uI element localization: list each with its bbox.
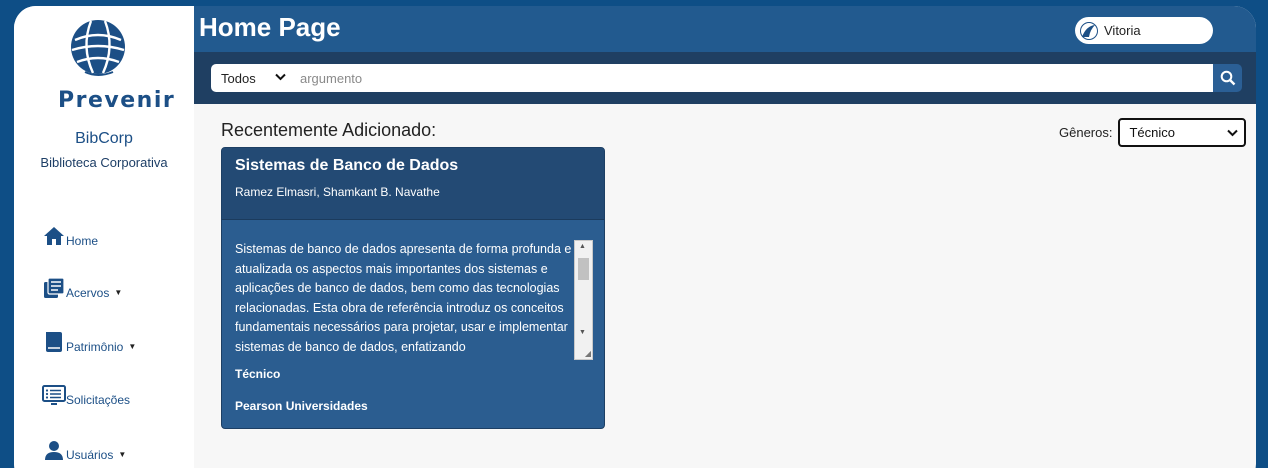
sidebar-item-home[interactable]: Home [42,218,98,248]
logo-text: Prevenir [58,88,176,113]
sidebar-item-label: Usuários [66,448,114,462]
caret-down-icon: ▼ [128,342,137,351]
book-genre: Técnico [235,367,281,381]
search-scope-select[interactable]: Todos [211,64,292,92]
list-screen-icon [42,385,66,405]
search-scope-value: Todos [221,70,256,86]
user-menu[interactable]: Vitoria [1075,17,1213,44]
book-description-box[interactable]: Sistemas de banco de dados apresenta de … [235,240,593,360]
sidebar-item-usuarios[interactable]: Usuários ▼ [42,432,126,462]
description-scrollbar[interactable]: ▲ ▼ ◢ [574,240,593,360]
genres-select-value: Técnico [1129,125,1176,140]
app-frame: Prevenir BibCorp Biblioteca Corporativa … [14,6,1256,468]
search-bar: Todos [194,52,1256,104]
sidebar-item-label: Home [66,234,99,248]
user-icon [45,441,63,460]
books-icon [44,277,65,298]
sidebar-item-acervos[interactable]: Acervos ▼ [42,270,122,300]
search-button[interactable] [1213,64,1242,92]
book-authors: Ramez Elmasri, Shamkant B. Navathe [235,185,440,199]
user-name: Vitoria [1104,23,1141,38]
logo: Prevenir [58,18,174,118]
sidebar-item-label: Acervos [66,286,110,300]
page-title: Home Page [199,12,341,42]
user-avatar-icon [1080,21,1098,40]
scroll-down-icon[interactable]: ▼ [579,329,586,336]
app-name: BibCorp [75,130,133,147]
book-publisher: Pearson Universidades [235,399,368,413]
book-description: Sistemas de banco de dados apresenta de … [235,242,572,354]
genres-select[interactable]: Técnico [1118,118,1247,147]
globe-logo-icon [71,20,125,76]
search-input[interactable] [291,64,1213,92]
sidebar: Prevenir BibCorp Biblioteca Corporativa … [14,6,194,468]
book-card[interactable]: Sistemas de Banco de Dados Ramez Elmasri… [221,147,605,429]
chevron-down-icon [1227,129,1239,137]
sidebar-item-solicitacoes[interactable]: Solicitações [42,377,130,407]
genres-label: Gêneros: [1059,125,1113,140]
caret-down-icon: ▼ [114,288,123,297]
app-subtitle: Biblioteca Corporativa [40,155,168,170]
sidebar-item-patrimonio[interactable]: Patrimônio ▼ [42,324,136,354]
chevron-down-icon [275,73,286,81]
sidebar-item-label: Patrimônio [66,340,124,354]
genres-filter: Gêneros: Técnico [1059,118,1247,147]
book-title: Sistemas de Banco de Dados [235,157,459,174]
book-icon [46,332,62,352]
caret-down-icon: ▼ [118,450,127,459]
brand: BibCorp Biblioteca Corporativa [14,130,194,170]
book-card-header: Sistemas de Banco de Dados Ramez Elmasri… [222,148,604,220]
resize-grip-icon[interactable]: ◢ [585,349,591,358]
scroll-up-icon[interactable]: ▲ [579,243,586,250]
header: Home Page Vitoria [194,6,1256,52]
sidebar-item-label: Solicitações [66,393,131,407]
home-icon [44,227,64,245]
search-icon [1220,70,1235,86]
section-title: Recentemente Adicionado: [221,120,437,140]
scrollbar-thumb[interactable] [578,258,589,280]
